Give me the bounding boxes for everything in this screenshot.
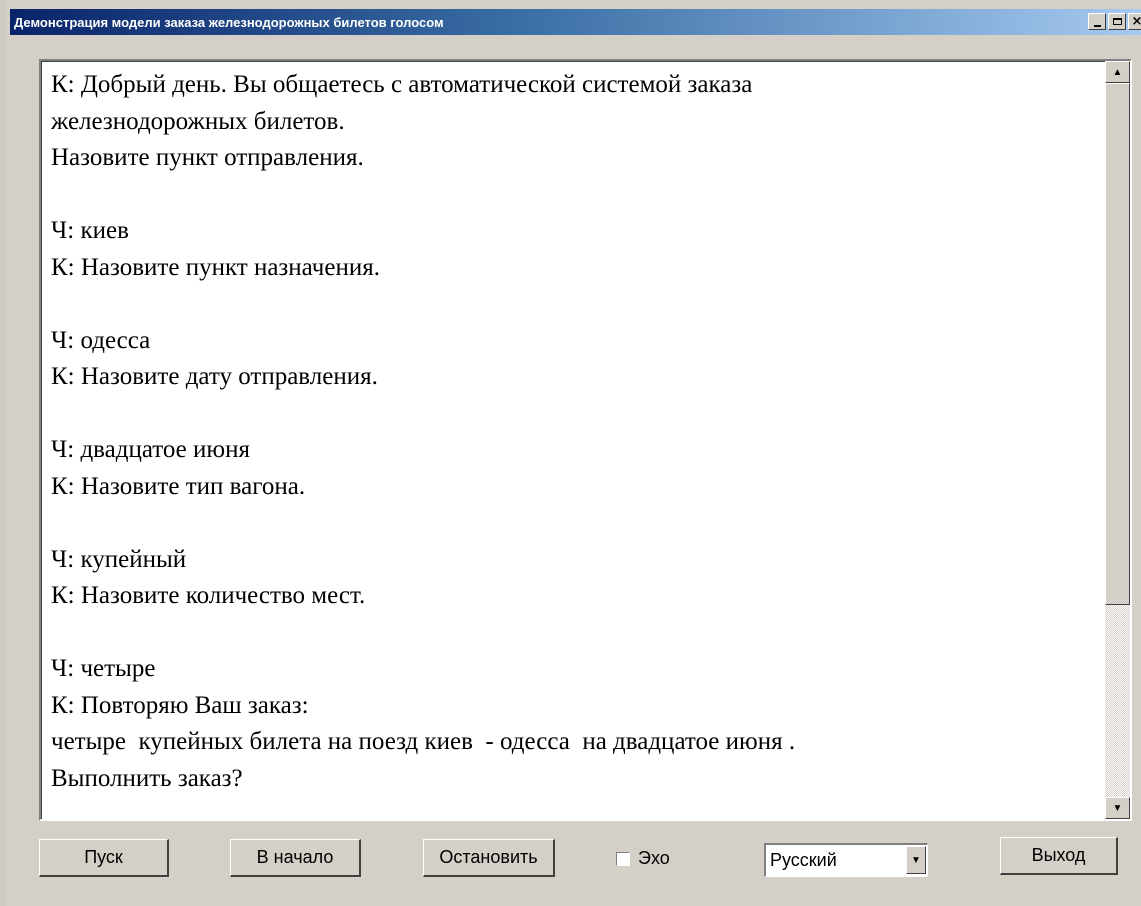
transcript-line: К: Назовите пункт назначения. (51, 253, 380, 281)
scroll-down-button[interactable]: ▼ (1105, 797, 1130, 819)
transcript-line (51, 396, 1090, 433)
minimize-button[interactable] (1088, 13, 1106, 30)
transcript-line: К: Повторяю Ваш заказ: (51, 691, 309, 719)
transcript-line: Ч: киев (51, 217, 129, 244)
transcript-line (51, 177, 1090, 214)
transcript-line: Ч: одесса (51, 326, 151, 354)
chevron-down-icon: ▼ (911, 854, 921, 866)
exit-button[interactable]: Выход (1000, 837, 1118, 875)
echo-label: Эхо (638, 848, 670, 868)
transcript-line (51, 505, 1090, 542)
transcript-line: К: Назовите тип вагона. (51, 472, 306, 500)
app-window: Демонстрация модели заказа железнодорожн… (0, 0, 1141, 906)
close-button[interactable]: × (1128, 13, 1141, 30)
echo-toggle[interactable]: Эхо (616, 848, 670, 869)
arrow-up-icon: ▲ (1112, 66, 1123, 78)
vertical-scrollbar[interactable]: ▲ ▼ (1105, 61, 1130, 819)
transcript-line: железнодорожных билетов. (51, 107, 345, 135)
close-icon: × (1131, 14, 1141, 29)
transcript-line: Ч: четыре (51, 655, 156, 682)
window-title: Демонстрация модели заказа железнодорожн… (14, 14, 444, 30)
transcript-line: Ч: купейный (51, 545, 187, 573)
arrow-down-icon: ▼ (1112, 802, 1123, 814)
title-bar[interactable]: Демонстрация модели заказа железнодорожн… (10, 9, 1141, 35)
scrollbar-thumb[interactable] (1105, 83, 1130, 605)
scroll-up-button[interactable]: ▲ (1105, 61, 1130, 83)
dropdown-arrow-button[interactable]: ▼ (906, 846, 926, 874)
echo-checkbox[interactable] (616, 851, 630, 866)
maximize-button[interactable] (1108, 13, 1126, 30)
transcript-line: Выполнить заказ? (51, 764, 243, 792)
transcript-line: К: Назовите количество мест. (51, 582, 366, 609)
language-select[interactable]: Русский ▼ (764, 843, 928, 877)
transcript-line (51, 286, 1090, 323)
transcript-text: К: Добрый день. Вы общаетесь с автоматич… (51, 67, 1090, 819)
caption-buttons: × (1088, 13, 1141, 30)
start-button[interactable]: Пуск (39, 839, 169, 877)
stop-button[interactable]: Остановить (423, 839, 555, 877)
language-value: Русский (770, 850, 837, 870)
maximize-icon (1112, 18, 1122, 25)
transcript-line: Назовите пункт отправления. (51, 144, 364, 171)
dialog-transcript[interactable]: К: Добрый день. Вы общаетесь с автоматич… (39, 59, 1132, 821)
transcript-line: Ч: двадцатое июня (51, 436, 250, 463)
minimize-icon (1093, 24, 1101, 27)
transcript-line: четыре купейных билета на поезд киев - о… (51, 728, 796, 755)
reset-button[interactable]: В начало (230, 839, 361, 877)
transcript-line: К: Добрый день. Вы общаетесь с автоматич… (51, 71, 753, 98)
transcript-line (51, 615, 1090, 652)
transcript-line: К: Назовите дату отправления. (51, 363, 378, 390)
